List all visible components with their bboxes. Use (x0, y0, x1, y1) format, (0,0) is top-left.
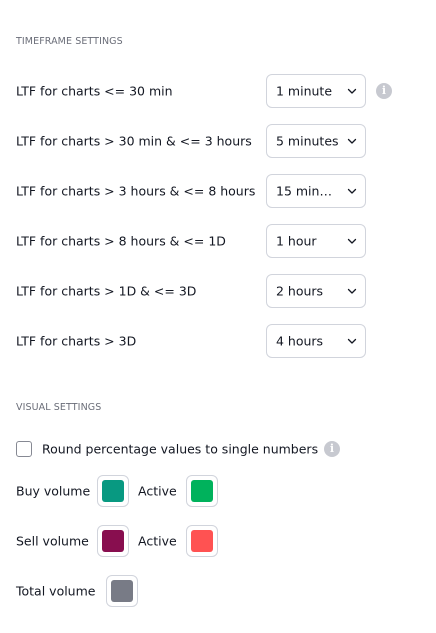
round-percentage-row: Round percentage values to single number… (16, 432, 436, 466)
sell-volume-label: Sell volume (16, 533, 89, 549)
timeframe-select[interactable]: 4 hours (266, 324, 366, 358)
total-volume-label: Total volume (16, 583, 96, 599)
timeframe-row-label: LTF for charts <= 30 min (16, 83, 173, 99)
timeframe-select[interactable]: 1 hour (266, 224, 366, 258)
total-volume-row: Total volume (16, 575, 436, 609)
timeframe-row: LTF for charts > 30 min & <= 3 hours 5 m… (16, 124, 436, 158)
visual-settings-title: VISUAL SETTINGS (16, 402, 102, 413)
timeframe-select[interactable]: 2 hours (266, 274, 366, 308)
sell-active-label: Active (138, 533, 177, 549)
timeframe-row: LTF for charts > 8 hours & <= 1D 1 hour (16, 224, 436, 258)
chevron-down-icon (347, 188, 357, 194)
chevron-down-icon (347, 138, 357, 144)
chevron-down-icon (347, 338, 357, 344)
timeframe-select-value: 2 hours (276, 283, 324, 299)
timeframe-row-label: LTF for charts > 3 hours & <= 8 hours (16, 183, 256, 199)
chevron-down-icon (347, 238, 357, 244)
timeframe-row-label: LTF for charts > 1D & <= 3D (16, 283, 197, 299)
total-volume-color-button[interactable] (106, 575, 138, 607)
timeframe-select-value: 1 minute (276, 83, 333, 99)
timeframe-select-value: 4 hours (276, 333, 324, 349)
timeframe-row: LTF for charts > 3D 4 hours (16, 324, 436, 358)
sell-active-color-button[interactable] (186, 525, 218, 557)
info-icon[interactable]: i (324, 441, 340, 457)
timeframe-select[interactable]: 15 minu... (266, 174, 366, 208)
buy-volume-color-button[interactable] (97, 475, 129, 507)
timeframe-select[interactable]: 1 minute (266, 74, 366, 108)
timeframe-row: LTF for charts <= 30 min 1 minute i (16, 74, 436, 108)
timeframe-row-label: LTF for charts > 8 hours & <= 1D (16, 233, 226, 249)
timeframe-row-label: LTF for charts > 30 min & <= 3 hours (16, 133, 252, 149)
sell-active-swatch (191, 530, 213, 552)
sell-volume-color-button[interactable] (97, 525, 129, 557)
buy-volume-label: Buy volume (16, 483, 91, 499)
buy-active-label: Active (138, 483, 177, 499)
timeframe-select-value: 5 minutes (276, 133, 339, 149)
buy-volume-swatch (102, 480, 124, 502)
sell-volume-swatch (102, 530, 124, 552)
sell-volume-row: Sell volume Active (16, 525, 436, 559)
timeframe-row: LTF for charts > 1D & <= 3D 2 hours (16, 274, 436, 308)
total-volume-swatch (111, 580, 133, 602)
timeframe-select-value: 1 hour (276, 233, 317, 249)
chevron-down-icon (347, 288, 357, 294)
timeframe-select-value: 15 minu... (276, 183, 339, 199)
timeframe-settings-title: TIMEFRAME SETTINGS (16, 36, 123, 47)
buy-volume-row: Buy volume Active (16, 475, 436, 509)
round-percentage-checkbox[interactable] (16, 441, 32, 457)
buy-active-color-button[interactable] (186, 475, 218, 507)
timeframe-select[interactable]: 5 minutes (266, 124, 366, 158)
buy-active-swatch (191, 480, 213, 502)
timeframe-row-label: LTF for charts > 3D (16, 333, 137, 349)
info-icon[interactable]: i (376, 83, 392, 99)
round-percentage-label[interactable]: Round percentage values to single number… (42, 442, 318, 457)
chevron-down-icon (347, 88, 357, 94)
timeframe-row: LTF for charts > 3 hours & <= 8 hours 15… (16, 174, 436, 208)
